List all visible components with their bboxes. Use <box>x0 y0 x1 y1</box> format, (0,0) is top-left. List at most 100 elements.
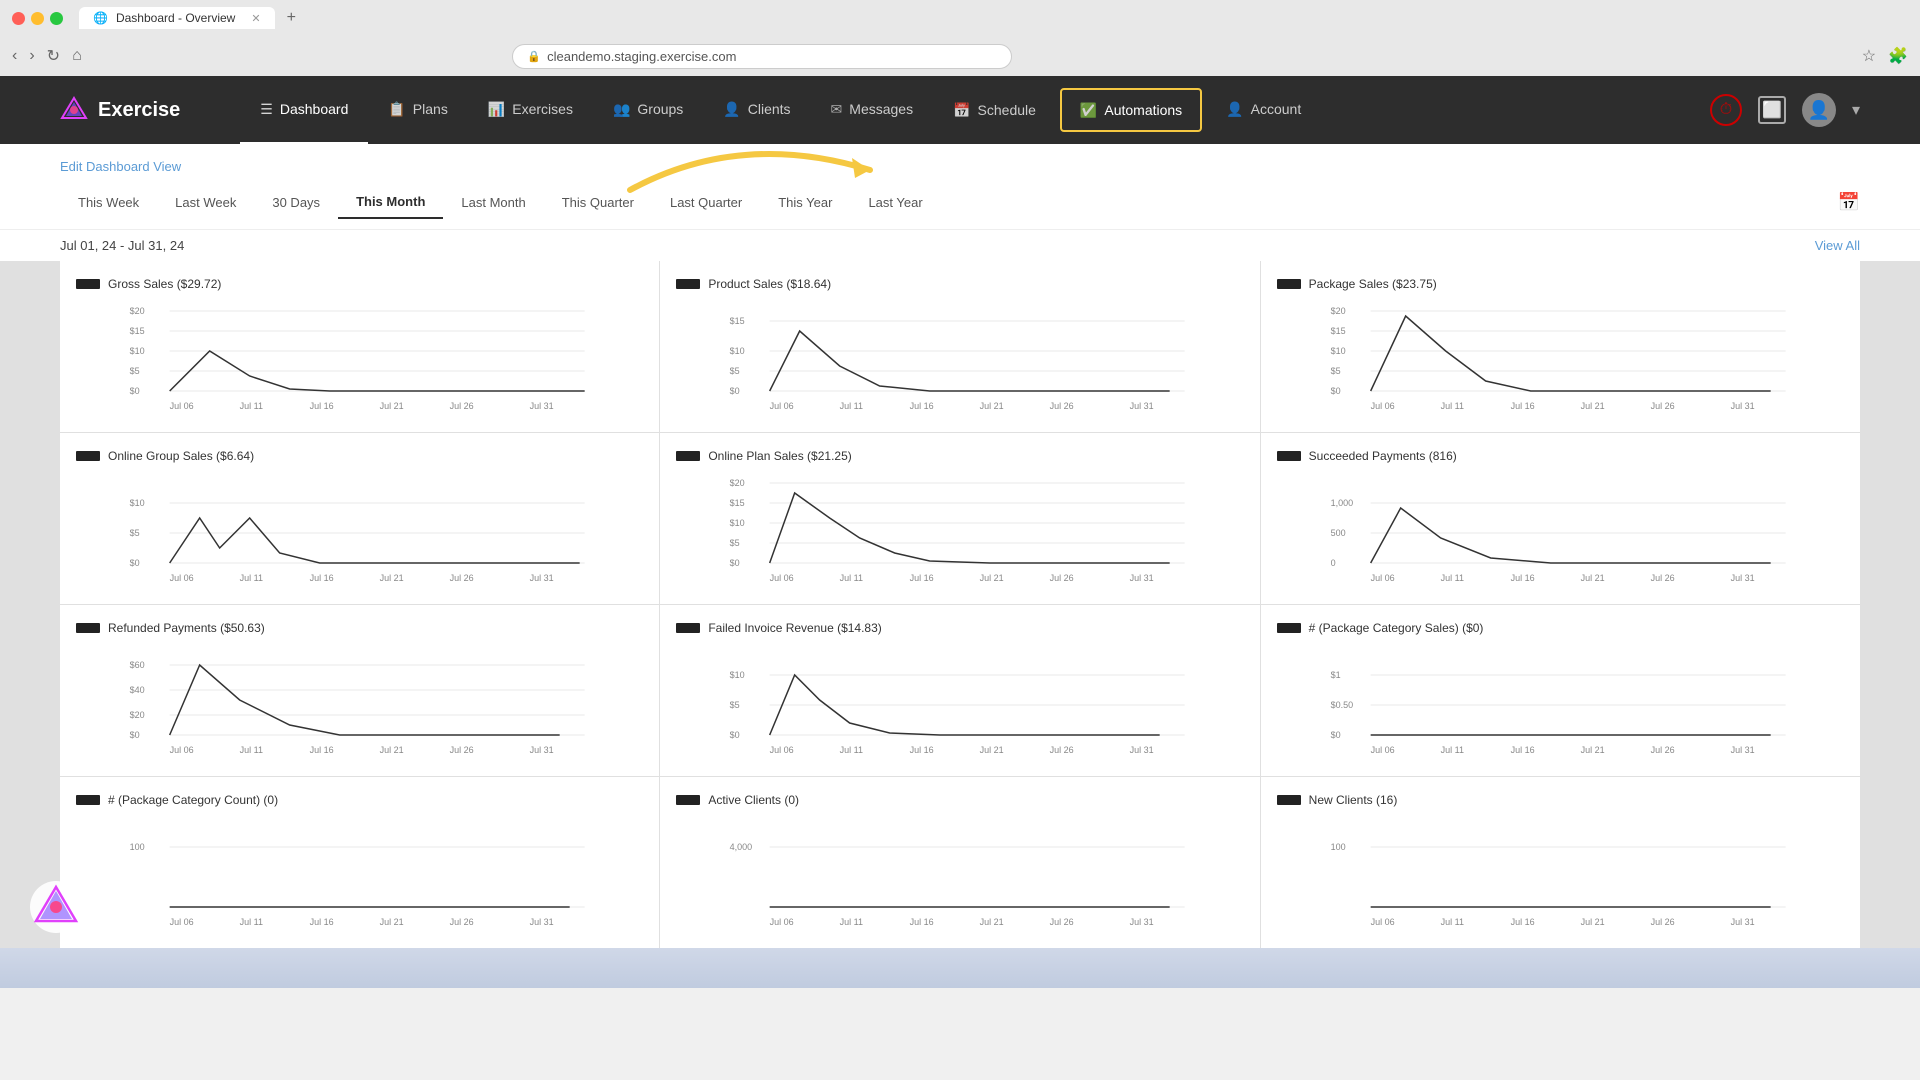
svg-text:$0: $0 <box>1330 730 1340 740</box>
browser-bottom-bar <box>0 948 1920 988</box>
chart-legend-box <box>76 279 100 289</box>
svg-text:Jul 31: Jul 31 <box>1730 401 1754 411</box>
svg-text:Jul 06: Jul 06 <box>170 745 194 755</box>
filter-last-week[interactable]: Last Week <box>157 187 254 218</box>
svg-text:Jul 06: Jul 06 <box>170 401 194 411</box>
nav-item-messages[interactable]: ✉ Messages <box>811 76 934 144</box>
svg-text:Jul 06: Jul 06 <box>1370 401 1394 411</box>
svg-text:Jul 26: Jul 26 <box>1050 745 1074 755</box>
chart-title: # (Package Category Sales) ($0) <box>1309 621 1484 635</box>
nav-item-plans[interactable]: 📋 Plans <box>368 76 467 144</box>
nav-label-messages: Messages <box>849 101 913 117</box>
new-tab-button[interactable]: + <box>287 9 296 27</box>
nav-item-dashboard[interactable]: ☰ Dashboard <box>240 76 368 144</box>
window-icon[interactable]: ⬜ <box>1758 96 1786 124</box>
reload-button[interactable]: ↻ <box>47 46 60 66</box>
date-filter-bar: This Week Last Week 30 Days This Month L… <box>0 176 1920 230</box>
svg-text:$0: $0 <box>730 386 740 396</box>
svg-text:Jul 31: Jul 31 <box>1730 745 1754 755</box>
svg-text:$5: $5 <box>730 538 740 548</box>
chart-title: # (Package Category Count) (0) <box>108 793 278 807</box>
maximize-dot[interactable] <box>50 12 63 25</box>
chart-svg-product-sales: .axis-label { font-size: 9px; fill: #888… <box>676 301 1243 411</box>
chart-legend-box <box>1277 279 1301 289</box>
svg-text:$10: $10 <box>130 498 145 508</box>
filter-this-month[interactable]: This Month <box>338 186 443 219</box>
filter-last-month[interactable]: Last Month <box>443 187 543 218</box>
nav-label-automations: Automations <box>1104 102 1182 118</box>
svg-text:Jul 16: Jul 16 <box>310 917 334 927</box>
svg-text:Jul 11: Jul 11 <box>240 573 263 583</box>
forward-button[interactable]: › <box>29 47 34 65</box>
svg-text:$20: $20 <box>730 478 745 488</box>
svg-text:$0: $0 <box>730 730 740 740</box>
svg-text:Jul 16: Jul 16 <box>910 745 934 755</box>
chart-svg-refunded-payments: .axis-label { font-size: 9px; fill: #888… <box>76 645 643 755</box>
nav-item-schedule[interactable]: 📅 Schedule <box>933 76 1056 144</box>
chart-card-package-sales: Package Sales ($23.75) .axis-label { fon… <box>1261 261 1860 432</box>
svg-text:Jul 26: Jul 26 <box>450 573 474 583</box>
filter-last-year[interactable]: Last Year <box>850 187 940 218</box>
url-bar[interactable]: 🔒 cleandemo.staging.exercise.com <box>512 44 1012 69</box>
calendar-icon[interactable]: 📅 <box>1838 192 1860 213</box>
svg-text:Jul 16: Jul 16 <box>1510 745 1534 755</box>
svg-text:$5: $5 <box>730 366 740 376</box>
svg-text:$60: $60 <box>130 660 145 670</box>
svg-text:$15: $15 <box>1330 326 1345 336</box>
avatar[interactable]: 👤 <box>1802 93 1836 127</box>
extensions-icon[interactable]: 🧩 <box>1888 46 1908 66</box>
filter-this-week[interactable]: This Week <box>60 187 157 218</box>
chart-svg-succeeded-payments: .axis-label { font-size: 9px; fill: #888… <box>1277 473 1844 583</box>
nav-item-clients[interactable]: 👤 Clients <box>703 76 810 144</box>
back-button[interactable]: ‹ <box>12 47 17 65</box>
edit-dashboard-link[interactable]: Edit Dashboard View <box>60 159 181 174</box>
svg-text:Jul 16: Jul 16 <box>310 401 334 411</box>
svg-text:Jul 06: Jul 06 <box>770 573 794 583</box>
svg-text:$20: $20 <box>130 710 145 720</box>
timer-icon[interactable]: ⏱ <box>1710 94 1742 126</box>
svg-text:Jul 06: Jul 06 <box>1370 745 1394 755</box>
browser-traffic-lights[interactable] <box>12 12 63 25</box>
svg-text:$5: $5 <box>1330 366 1340 376</box>
svg-text:$0.50: $0.50 <box>1330 700 1353 710</box>
nav-item-groups[interactable]: 👥 Groups <box>593 76 703 144</box>
nav-right-controls: ⏱ ⬜ 👤 ▾ <box>1710 93 1860 127</box>
bookmark-icon[interactable]: ☆ <box>1862 46 1876 66</box>
logo[interactable]: Exercise <box>60 96 180 124</box>
svg-text:$0: $0 <box>1330 386 1340 396</box>
chart-title: Product Sales ($18.64) <box>708 277 831 291</box>
minimize-dot[interactable] <box>31 12 44 25</box>
chart-title: Active Clients (0) <box>708 793 799 807</box>
svg-text:Jul 31: Jul 31 <box>1130 917 1154 927</box>
chart-svg-group-sales: .axis-label { font-size: 9px; fill: #888… <box>76 473 643 583</box>
nav-item-automations[interactable]: ✅ Automations <box>1060 88 1202 132</box>
home-button[interactable]: ⌂ <box>72 47 82 65</box>
chart-card-succeeded-payments: Succeeded Payments (816) .axis-label { f… <box>1261 433 1860 604</box>
filter-this-quarter[interactable]: This Quarter <box>544 187 652 218</box>
close-dot[interactable] <box>12 12 25 25</box>
svg-text:Jul 21: Jul 21 <box>1580 745 1604 755</box>
logo-text: Exercise <box>98 99 180 122</box>
date-range-text: Jul 01, 24 - Jul 31, 24 <box>60 238 184 253</box>
filter-30-days[interactable]: 30 Days <box>254 187 338 218</box>
chart-card-active-clients: Active Clients (0) .axis-label { font-si… <box>660 777 1259 948</box>
dashboard-icon: ☰ <box>260 101 273 118</box>
svg-text:$0: $0 <box>130 558 140 568</box>
charts-grid: Gross Sales ($29.72) .axis-label { font-… <box>0 261 1920 948</box>
svg-text:$0: $0 <box>730 558 740 568</box>
browser-tab[interactable]: 🌐 Dashboard - Overview ✕ <box>79 7 275 29</box>
chart-legend-box <box>1277 795 1301 805</box>
subheader: Edit Dashboard View <box>0 144 1920 176</box>
chart-legend-box <box>1277 451 1301 461</box>
chart-svg-package-cat-sales: .axis-label { font-size: 9px; fill: #888… <box>1277 645 1844 755</box>
filter-this-year[interactable]: This Year <box>760 187 850 218</box>
user-menu-chevron[interactable]: ▾ <box>1852 100 1860 120</box>
nav-item-exercises[interactable]: 📊 Exercises <box>468 76 593 144</box>
view-all-link[interactable]: View All <box>1815 238 1860 253</box>
avatar-image: 👤 <box>1808 100 1830 121</box>
svg-text:Jul 06: Jul 06 <box>170 573 194 583</box>
filter-last-quarter[interactable]: Last Quarter <box>652 187 760 218</box>
svg-text:Jul 21: Jul 21 <box>380 917 404 927</box>
svg-text:Jul 31: Jul 31 <box>1130 745 1154 755</box>
nav-item-account[interactable]: 👤 Account <box>1206 76 1321 144</box>
